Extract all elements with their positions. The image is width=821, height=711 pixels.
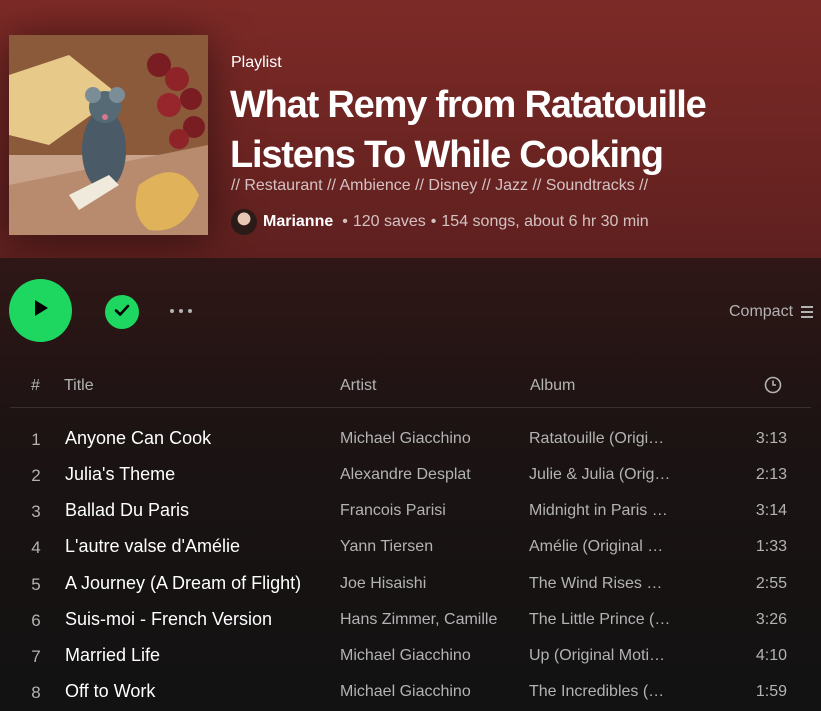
- track-row[interactable]: 3 Ballad Du Paris Francois Parisi Midnig…: [10, 494, 811, 530]
- track-number: 3: [31, 502, 41, 521]
- track-album[interactable]: The Incredibles (Original Motion Picture…: [529, 683, 671, 701]
- check-icon: [113, 301, 131, 324]
- track-artist[interactable]: Francois Parisi: [340, 502, 510, 520]
- owner-avatar[interactable]: [231, 209, 257, 235]
- track-album[interactable]: Midnight in Paris (Music from the Motion…: [529, 502, 671, 520]
- track-row[interactable]: 6 Suis-moi - French Version Hans Zimmer,…: [10, 603, 811, 639]
- track-album[interactable]: Ratatouille (Original Motion Picture Sou…: [529, 430, 671, 448]
- column-title[interactable]: Title: [64, 377, 94, 395]
- track-duration: 2:13: [755, 466, 787, 483]
- playlist-cover-image[interactable]: [9, 35, 208, 235]
- track-duration: 3:26: [755, 611, 787, 628]
- track-artist[interactable]: Hans Zimmer, Camille: [340, 611, 510, 629]
- play-button[interactable]: [9, 279, 72, 342]
- track-artist[interactable]: Joe Hisaishi: [340, 575, 510, 593]
- playlist-title: What Remy from Ratatouille Listens To Wh…: [230, 84, 707, 176]
- track-number: 8: [31, 683, 41, 702]
- track-title[interactable]: Married Life: [65, 645, 315, 666]
- playlist-type-label: Playlist: [231, 54, 282, 71]
- track-row[interactable]: 1 Anyone Can Cook Michael Giacchino Rata…: [10, 422, 811, 458]
- track-duration: 1:33: [755, 538, 787, 555]
- meta-separator: •: [430, 213, 437, 230]
- track-title[interactable]: A Journey (A Dream of Flight): [65, 573, 315, 594]
- track-row[interactable]: 2 Julia's Theme Alexandre Desplat Julie …: [10, 458, 811, 494]
- track-duration: 4:10: [755, 647, 787, 664]
- meta-separator: •: [342, 213, 348, 230]
- playlist-header: Playlist What Remy from Ratatouille List…: [0, 0, 821, 258]
- track-title[interactable]: L'autre valse d'Amélie: [65, 536, 315, 557]
- track-number: 6: [31, 611, 41, 630]
- playlist-meta: Marianne • 120 saves • 154 songs, about …: [231, 208, 649, 236]
- track-album[interactable]: Julie & Julia (Original Motion Picture S…: [529, 466, 671, 484]
- track-row[interactable]: 5 A Journey (A Dream of Flight) Joe Hisa…: [10, 567, 811, 603]
- track-row[interactable]: 4 L'autre valse d'Amélie Yann Tiersen Am…: [10, 530, 811, 566]
- track-album[interactable]: Amélie (Original Soundtrack): [529, 538, 671, 556]
- track-number: 4: [31, 538, 41, 557]
- tracklist-header: # Title Artist Album: [10, 374, 811, 408]
- track-album[interactable]: Up (Original Motion Picture Soundtrack): [529, 647, 671, 665]
- track-title[interactable]: Suis-moi - French Version: [65, 609, 315, 630]
- clock-icon[interactable]: [764, 376, 782, 399]
- track-album[interactable]: The Wind Rises Soundtrack: [529, 575, 671, 593]
- playlist-stats: 154 songs, about 6 hr 30 min: [441, 213, 649, 230]
- track-artist[interactable]: Michael Giacchino: [340, 647, 510, 665]
- track-duration: 1:59: [755, 683, 787, 700]
- track-number: 5: [31, 575, 41, 594]
- track-row[interactable]: 7 Married Life Michael Giacchino Up (Ori…: [10, 639, 811, 675]
- playlist-description: // Restaurant // Ambience // Disney // J…: [231, 177, 649, 194]
- column-album[interactable]: Album: [530, 377, 575, 395]
- track-duration: 3:13: [755, 430, 787, 447]
- track-title[interactable]: Anyone Can Cook: [65, 428, 315, 449]
- track-title[interactable]: Ballad Du Paris: [65, 500, 315, 521]
- track-album[interactable]: The Little Prince (Original Motion Pictu…: [529, 611, 671, 629]
- play-icon: [31, 298, 51, 323]
- column-number[interactable]: #: [31, 377, 40, 395]
- column-artist[interactable]: Artist: [340, 377, 376, 395]
- saved-to-library-button[interactable]: [105, 295, 139, 329]
- saves-count: 120 saves: [352, 213, 426, 230]
- owner-name-link[interactable]: Marianne: [263, 213, 333, 231]
- track-artist[interactable]: Alexandre Desplat: [340, 466, 510, 484]
- track-artist[interactable]: Michael Giacchino: [340, 683, 510, 701]
- track-number: 1: [31, 430, 41, 449]
- track-number: 7: [31, 647, 41, 666]
- more-options-button[interactable]: [163, 300, 199, 322]
- list-icon: [801, 306, 814, 318]
- view-mode-label: Compact: [729, 303, 794, 320]
- track-row[interactable]: 8 Off to Work Michael Giacchino The Incr…: [10, 675, 811, 711]
- track-artist[interactable]: Michael Giacchino: [340, 430, 510, 448]
- track-title[interactable]: Julia's Theme: [65, 464, 315, 485]
- track-number: 2: [31, 466, 41, 485]
- track-artist[interactable]: Yann Tiersen: [340, 538, 510, 556]
- more-options-icon: [170, 309, 174, 313]
- track-duration: 2:55: [755, 575, 787, 592]
- track-duration: 3:14: [755, 502, 787, 519]
- view-mode-selector[interactable]: Compact: [729, 300, 814, 324]
